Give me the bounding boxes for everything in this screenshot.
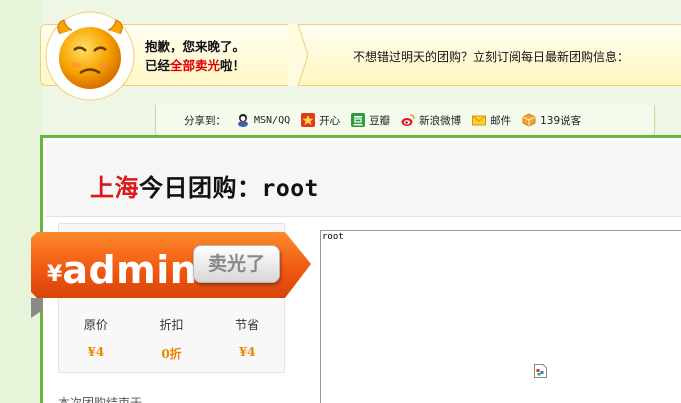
- share-kaixin-label: 开心: [319, 114, 341, 127]
- notice-line2: 已经全部卖光啦！: [145, 58, 246, 73]
- notice-line1: 抱歉，您来晚了。: [145, 39, 246, 54]
- title-middle: 今日团购：: [139, 174, 262, 202]
- broken-image-icon: [534, 364, 547, 378]
- share-139-shuoke-label: 139说客: [540, 114, 582, 127]
- 139-shuoke-icon: [522, 113, 536, 127]
- sina-weibo-icon: [401, 114, 415, 126]
- sad-mascot-icon: [45, 11, 135, 101]
- deal-image[interactable]: root: [320, 230, 681, 403]
- share-mail-label: 邮件: [490, 114, 512, 127]
- stat-value: ¥4: [87, 345, 105, 359]
- kaixin-icon: [301, 113, 316, 127]
- share-139-shuoke-link[interactable]: 139说客: [522, 113, 581, 128]
- deal-ended-text: 本次团购结束于: [58, 396, 143, 403]
- page-left-gutter: [0, 0, 42, 403]
- current-price: ¥admin: [47, 248, 197, 292]
- stat-label: 折扣: [159, 318, 184, 332]
- price-amount: admin: [62, 248, 198, 292]
- subscribe-prompt: 不想错过明天的团购？立刻订阅每日最新团购信息：: [353, 50, 630, 64]
- share-label: 分享到：: [184, 114, 226, 127]
- share-bar: 分享到： MSN/QQ 开心 豆瓣 新浪微博 邮件 139说客: [155, 105, 655, 136]
- share-kaixin-link[interactable]: 开心: [301, 113, 340, 128]
- notice-divider-arrow: [288, 24, 308, 86]
- share-douban-label: 豆瓣: [369, 114, 391, 127]
- image-alt-text: root: [322, 232, 344, 242]
- price-stats: 原价 ¥4 折扣 0折 节省 ¥4: [58, 316, 285, 362]
- city-name[interactable]: 上海: [90, 174, 139, 202]
- stat-label: 节省: [235, 318, 260, 332]
- mail-icon: [472, 115, 487, 126]
- stat-label: 原价: [83, 318, 108, 332]
- sold-out-notice: 抱歉，您来晚了。 已经全部卖光啦！ 不想错过明天的团购？立刻订阅每日最新团购信息…: [40, 10, 681, 102]
- notice-highlight: 全部卖光: [170, 58, 221, 73]
- msn-qq-icon: [238, 114, 248, 127]
- title-bar: 上海今日团购：root: [46, 141, 681, 217]
- stat-discount: 折扣 0折: [134, 316, 210, 362]
- share-msn-qq-link[interactable]: MSN/QQ: [236, 113, 290, 127]
- share-mail-link[interactable]: 邮件: [472, 113, 511, 128]
- notice-message: 抱歉，您来晚了。 已经全部卖光啦！: [145, 37, 245, 75]
- douban-icon: [351, 113, 366, 127]
- share-msn-qq-label: MSN/QQ: [254, 114, 291, 126]
- share-sina-weibo-label: 新浪微博: [419, 114, 462, 127]
- sold-out-button[interactable]: 卖光了: [193, 245, 280, 283]
- deal-name: root: [261, 176, 319, 202]
- stat-value: 0折: [161, 347, 182, 361]
- deal-panel: 上海今日团购：root ¥admin 卖光了 原价 ¥4 折扣 0折 节省 ¥4…: [31, 135, 681, 403]
- page-title: 上海今日团购：root: [90, 168, 319, 203]
- stat-original-price: 原价 ¥4: [58, 316, 134, 362]
- stat-value: ¥4: [238, 345, 256, 359]
- share-sina-weibo-link[interactable]: 新浪微博: [401, 113, 461, 128]
- currency-symbol: ¥: [47, 262, 63, 287]
- share-douban-link[interactable]: 豆瓣: [351, 113, 390, 128]
- stat-savings: 节省 ¥4: [209, 316, 285, 362]
